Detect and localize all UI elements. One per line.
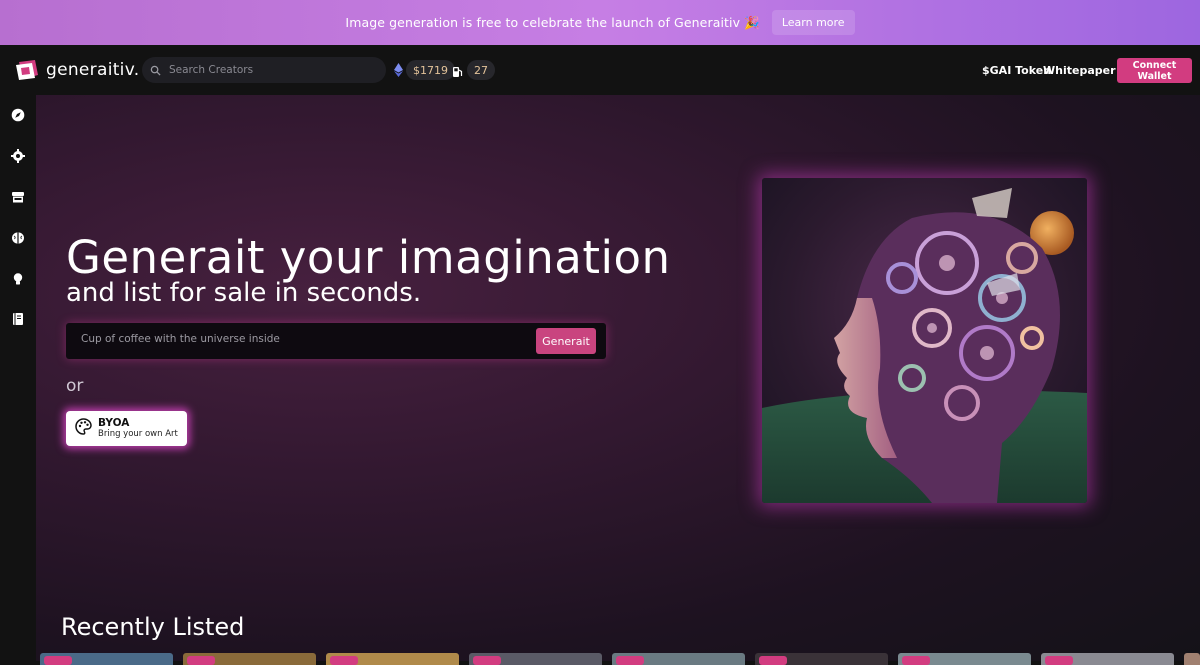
logo[interactable]: generaitiv. — [14, 58, 139, 82]
book-icon[interactable] — [11, 311, 25, 325]
search-input[interactable] — [169, 64, 369, 76]
gai-token-link[interactable]: $GAI Token — [982, 64, 1051, 77]
listing-thumbnail[interactable] — [469, 653, 602, 665]
learn-more-button[interactable]: Learn more — [771, 10, 855, 35]
featured-artwork[interactable] — [762, 178, 1087, 503]
search-bar[interactable] — [142, 57, 386, 83]
brain-icon[interactable] — [11, 230, 25, 244]
listing-thumbnail[interactable] — [612, 653, 745, 665]
hero-subtitle: and list for sale in seconds. — [66, 278, 422, 308]
listing-thumbnail[interactable] — [1041, 653, 1174, 665]
listing-thumbnail[interactable] — [1184, 653, 1200, 665]
ethereum-icon — [394, 62, 403, 81]
banner-text: Image generation is free to celebrate th… — [345, 14, 760, 30]
main-content: Generait your imagination and list for s… — [36, 95, 1200, 665]
hero-title: Generait your imagination — [66, 231, 671, 284]
connect-wallet-button[interactable]: Connect Wallet — [1117, 58, 1192, 83]
listing-thumbnail[interactable] — [326, 653, 459, 665]
recently-listed-strip — [40, 653, 1200, 665]
compass-icon[interactable] — [11, 107, 25, 122]
logo-text: generaitiv. — [46, 60, 140, 80]
logo-cube-icon — [14, 58, 40, 82]
byoa-button[interactable]: BYOA Bring your own Art — [66, 411, 187, 446]
byoa-title: BYOA — [98, 417, 130, 429]
search-icon — [150, 61, 161, 80]
sidebar — [0, 95, 36, 661]
gas-price-badge: 27 — [467, 60, 495, 80]
or-divider-text: or — [66, 376, 84, 396]
gas-pump-icon — [452, 63, 463, 82]
listing-thumbnail[interactable] — [40, 653, 173, 665]
listing-thumbnail[interactable] — [183, 653, 316, 665]
settings-gear-icon[interactable] — [11, 148, 25, 163]
top-navbar: generaitiv. $1719 27 $GAI Token Whitepap… — [0, 45, 1200, 95]
generait-button[interactable]: Generait — [536, 328, 596, 354]
prompt-input[interactable] — [81, 333, 511, 345]
byoa-subtitle: Bring your own Art — [98, 429, 178, 439]
announcement-banner: Image generation is free to celebrate th… — [0, 0, 1200, 45]
listing-thumbnail[interactable] — [898, 653, 1031, 665]
eth-price-badge: $1719 — [406, 60, 455, 80]
whitepaper-link[interactable]: Whitepaper — [1043, 64, 1116, 77]
lightbulb-icon[interactable] — [11, 271, 25, 285]
prompt-box: Generait — [66, 323, 606, 359]
surreal-head-artwork-image — [762, 178, 1087, 503]
store-icon[interactable] — [11, 189, 25, 203]
listing-thumbnail[interactable] — [755, 653, 888, 665]
recently-listed-heading: Recently Listed — [61, 613, 245, 641]
palette-icon — [75, 418, 92, 439]
